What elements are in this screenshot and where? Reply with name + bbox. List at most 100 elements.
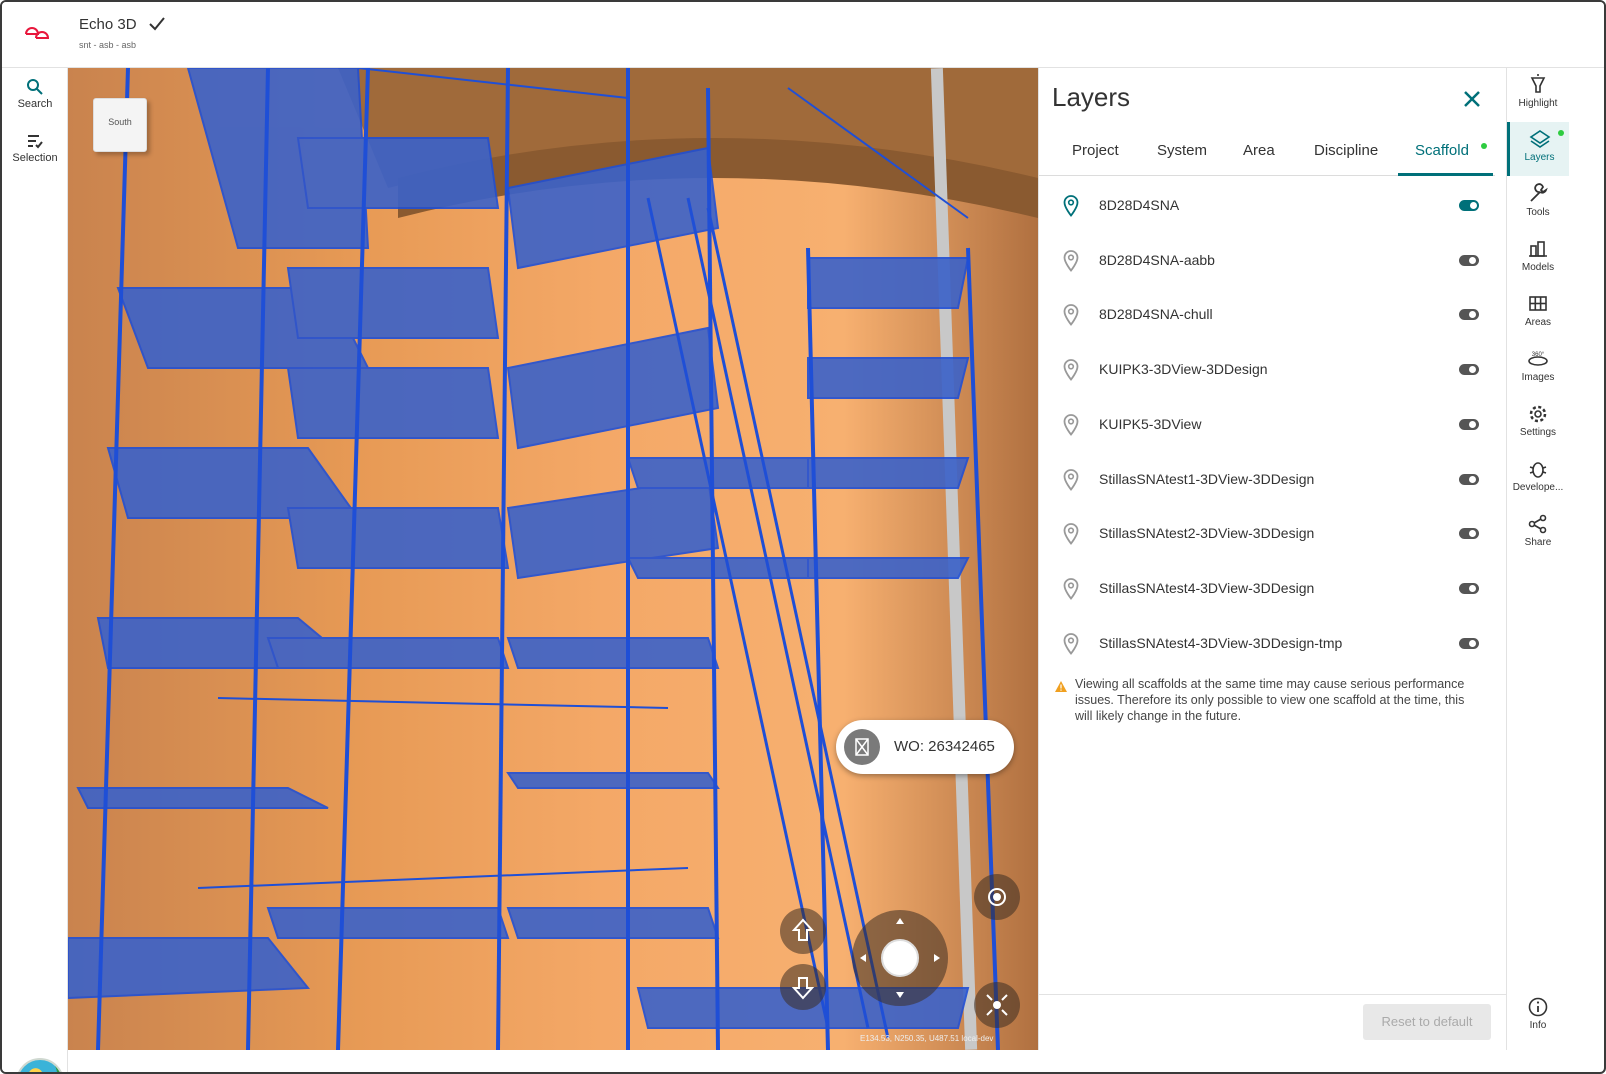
- location-pin-icon: [1063, 359, 1079, 382]
- nav-cube[interactable]: South: [93, 98, 147, 152]
- highlight-label: Highlight: [1518, 98, 1558, 109]
- warning-icon: [1055, 681, 1067, 692]
- arrow-up-icon: [791, 918, 815, 941]
- tab-discipline[interactable]: Discipline: [1314, 142, 1378, 159]
- images-button[interactable]: 360° Images: [1507, 342, 1569, 396]
- echo-logo-icon[interactable]: [22, 18, 52, 48]
- location-pin-icon: [1063, 523, 1079, 546]
- share-button[interactable]: Share: [1507, 507, 1569, 561]
- layers-button[interactable]: Layers: [1507, 122, 1569, 176]
- layer-name: 8D28D4SNA: [1099, 197, 1180, 213]
- tab-scaffold[interactable]: Scaffold: [1415, 142, 1469, 159]
- reset-to-default-button[interactable]: Reset to default: [1363, 1004, 1491, 1040]
- layer-visibility-toggle[interactable]: [1459, 528, 1479, 540]
- layer-name: StillasSNAtest2-3DView-3DDesign: [1099, 525, 1315, 542]
- camera-focus-button[interactable]: [974, 874, 1020, 920]
- selection-label: Selection: [12, 152, 58, 164]
- layer-row[interactable]: 8D28D4SNA-chull: [1039, 288, 1495, 342]
- layer-name: StillasSNAtest4-3DView-3DDesign-tmp: [1099, 634, 1343, 651]
- 360-icon: 360°: [1528, 352, 1548, 366]
- scaffold-tag-icon: [844, 729, 880, 765]
- info-button[interactable]: Info: [1507, 990, 1569, 1044]
- layer-name: 8D28D4SNA-aabb: [1099, 251, 1215, 268]
- layer-name: KUIPK5-3DView: [1099, 415, 1202, 432]
- svg-text:360°: 360°: [1532, 352, 1545, 358]
- warning-text: Viewing all scaffolds at the same time m…: [1075, 677, 1465, 723]
- layer-row[interactable]: KUIPK5-3DView: [1039, 398, 1495, 452]
- layer-visibility-toggle[interactable]: [1459, 637, 1479, 649]
- info-label: Info: [1529, 1020, 1547, 1031]
- move-up-button[interactable]: [780, 908, 826, 954]
- panel-footer: Reset to default: [1039, 994, 1507, 1050]
- fit-view-button[interactable]: [974, 982, 1020, 1028]
- search-button[interactable]: Search: [2, 78, 68, 110]
- check-icon: [149, 17, 165, 31]
- panel-title: Layers: [1052, 82, 1131, 112]
- orbit-joystick[interactable]: [852, 910, 948, 1006]
- app-title: Echo 3D: [79, 16, 137, 33]
- layer-row[interactable]: 8D28D4SNA: [1039, 179, 1495, 233]
- location-pin-icon: [1063, 249, 1079, 272]
- location-pin-icon: [1063, 304, 1079, 327]
- layer-name: KUIPK3-3DView-3DDesign: [1099, 361, 1268, 378]
- wrench-icon: [1530, 183, 1548, 202]
- move-down-button[interactable]: [780, 964, 826, 1010]
- areas-button[interactable]: Areas: [1507, 287, 1569, 341]
- layer-visibility-toggle[interactable]: [1459, 473, 1479, 485]
- layers-panel: Layers Project System Area Discipline Sc…: [1038, 68, 1507, 1050]
- tools-label: Tools: [1526, 207, 1550, 218]
- camera-target-icon: [988, 888, 1006, 906]
- location-pin-icon: [1063, 413, 1079, 436]
- highlight-button[interactable]: Highlight: [1507, 68, 1569, 122]
- layer-visibility-toggle[interactable]: [1459, 200, 1479, 211]
- location-pin-icon: [1063, 577, 1079, 600]
- models-button[interactable]: Models: [1507, 232, 1569, 286]
- user-avatar[interactable]: [16, 1058, 64, 1072]
- close-icon[interactable]: [1459, 86, 1485, 112]
- fit-view-icon: [986, 994, 1008, 1016]
- layers-icon: [1529, 130, 1550, 148]
- search-label: Search: [17, 98, 53, 110]
- active-tab-indicator: [1398, 173, 1493, 176]
- tab-system[interactable]: System: [1157, 142, 1207, 159]
- gear-icon: [1529, 405, 1547, 423]
- layer-name: StillasSNAtest1-3DView-3DDesign: [1099, 470, 1315, 487]
- tools-button[interactable]: Tools: [1507, 177, 1569, 231]
- top-bar: Echo 3D snt - asb - asb: [2, 2, 1604, 68]
- layer-visibility-toggle[interactable]: [1459, 254, 1479, 266]
- location-pin-icon: [1063, 195, 1079, 217]
- highlight-icon: [1530, 74, 1546, 93]
- layer-row[interactable]: 8D28D4SNA-aabb: [1039, 234, 1495, 288]
- work-order-label: WO: 26342465: [894, 738, 995, 755]
- settings-label: Settings: [1519, 427, 1557, 438]
- layer-row[interactable]: StillasSNAtest1-3DView-3DDesign: [1039, 453, 1495, 507]
- 3d-viewport[interactable]: South WO: 26342465 E134.53, N250.35, U48…: [68, 68, 1038, 1050]
- location-pin-icon: [1063, 468, 1079, 491]
- developer-button[interactable]: Develope...: [1507, 452, 1569, 506]
- layer-visibility-toggle[interactable]: [1459, 582, 1479, 594]
- images-label: Images: [1521, 372, 1555, 383]
- layer-visibility-toggle[interactable]: [1459, 418, 1479, 430]
- layer-name: 8D28D4SNA-chull: [1099, 306, 1213, 323]
- layer-visibility-toggle[interactable]: [1459, 309, 1479, 321]
- tab-project[interactable]: Project: [1072, 142, 1119, 159]
- work-order-chip[interactable]: WO: 26342465: [836, 720, 1014, 774]
- joystick-icon: [860, 918, 940, 998]
- share-label: Share: [1524, 537, 1552, 548]
- settings-button[interactable]: Settings: [1507, 397, 1569, 451]
- grid-icon: [1529, 296, 1547, 311]
- layer-visibility-toggle[interactable]: [1459, 364, 1479, 376]
- layer-row[interactable]: StillasSNAtest4-3DView-3DDesign-tmp: [1039, 617, 1495, 671]
- selection-button[interactable]: Selection: [2, 132, 68, 164]
- bug-icon: [1529, 462, 1547, 478]
- selection-icon: [28, 135, 43, 149]
- layer-row[interactable]: KUIPK3-3DView-3DDesign: [1039, 343, 1495, 397]
- tab-area[interactable]: Area: [1243, 142, 1275, 159]
- layer-row[interactable]: StillasSNAtest2-3DView-3DDesign: [1039, 507, 1495, 561]
- scaffold-status-dot: [1481, 143, 1487, 149]
- layer-row[interactable]: StillasSNAtest4-3DView-3DDesign: [1039, 562, 1495, 616]
- scaffold-scene: [68, 68, 1038, 1050]
- info-icon: [1528, 997, 1548, 1017]
- search-icon: [27, 79, 43, 95]
- models-icon: [1529, 241, 1547, 257]
